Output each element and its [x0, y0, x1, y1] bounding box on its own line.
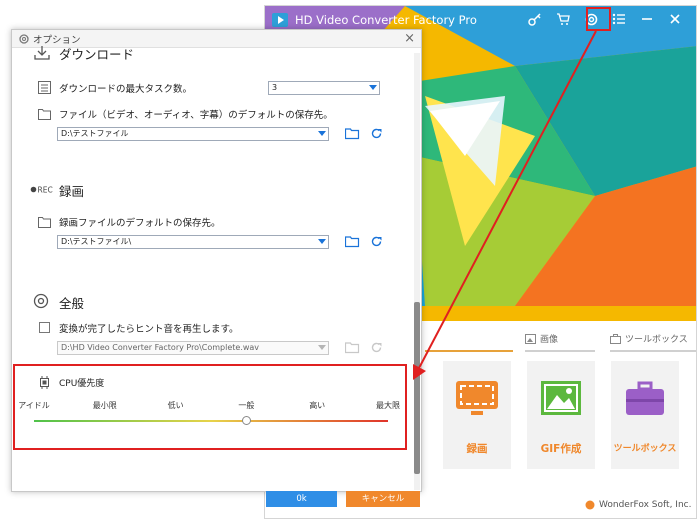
- section-title-general: 全般: [59, 296, 85, 311]
- open-folder-icon[interactable]: [345, 127, 360, 140]
- close-icon[interactable]: [666, 10, 684, 28]
- dialog-close-icon[interactable]: ×: [404, 31, 415, 46]
- refresh-icon[interactable]: [369, 235, 384, 248]
- chevron-down-icon: [318, 239, 326, 244]
- key-icon[interactable]: [526, 10, 544, 28]
- tile-toolbox[interactable]: ツールボックス: [611, 361, 679, 469]
- settings-highlight-box: [586, 7, 611, 31]
- cpu-priority-slider-thumb[interactable]: [241, 416, 251, 425]
- toolbox-icon: [626, 381, 664, 415]
- cpu-priority-tick-label: 最大限: [376, 401, 400, 410]
- tile-label: 録画: [466, 443, 488, 455]
- category-underline: [425, 350, 513, 352]
- tile-record[interactable]: 録画: [443, 361, 511, 469]
- cpu-priority-slider-track[interactable]: [34, 420, 388, 422]
- ok-button[interactable]: 0k: [266, 491, 337, 507]
- hint-sound-label: 変換が完了したらヒント音を再生します。: [59, 324, 239, 335]
- screen-record-icon: [456, 381, 498, 415]
- sound-file-path: D:\HD Video Converter Factory Pro\Comple…: [61, 343, 260, 352]
- refresh-icon[interactable]: [369, 341, 384, 354]
- minimize-icon[interactable]: [638, 10, 656, 28]
- rec-icon: REC: [30, 186, 53, 195]
- download-save-label: ファイル（ビデオ、オーディオ、字幕）のデフォルトの保存先。: [59, 110, 333, 121]
- max-tasks-label: ダウンロードの最大タスク数。: [59, 84, 193, 95]
- refresh-icon[interactable]: [369, 127, 384, 140]
- download-save-path: D:\テストファイル: [61, 129, 129, 138]
- category-underline: [610, 350, 696, 352]
- cpu-priority-tick-label: 高い: [309, 401, 326, 410]
- section-title-record: 録画: [59, 184, 85, 199]
- toolbox-icon: [610, 333, 621, 344]
- cpu-priority-tick-label: アイドル: [18, 401, 50, 410]
- max-tasks-value: 3: [272, 83, 278, 92]
- category-toolbox[interactable]: ツールボックス: [610, 332, 688, 345]
- task-count-icon: [38, 81, 51, 94]
- open-folder-icon[interactable]: [345, 341, 360, 354]
- sound-file-select[interactable]: D:\HD Video Converter Factory Pro\Comple…: [57, 341, 329, 355]
- app-logo-icon: [272, 13, 288, 27]
- gif-maker-icon: [541, 381, 581, 415]
- category-label: 画像: [540, 335, 559, 345]
- folder-icon: [38, 109, 51, 120]
- menu-list-icon[interactable]: [610, 10, 628, 28]
- chevron-down-icon: [318, 131, 326, 136]
- cpu-icon: [40, 376, 49, 389]
- cpu-priority-title: CPU優先度: [59, 379, 105, 389]
- dialog-scrollbar-thumb[interactable]: [414, 302, 420, 474]
- cpu-priority-tick-label: 最小限: [92, 401, 117, 410]
- download-icon: [34, 46, 50, 60]
- tile-gif[interactable]: GIF作成: [527, 361, 595, 469]
- category-label: ツールボックス: [625, 335, 688, 345]
- chevron-down-icon: [369, 85, 377, 90]
- wonderfox-logo-icon: [585, 500, 595, 510]
- category-image[interactable]: 画像: [525, 332, 558, 345]
- cart-icon[interactable]: [554, 10, 572, 28]
- cancel-button[interactable]: キャンセル: [346, 491, 420, 507]
- options-dialog: オプション × ダウンロード ダウンロードの最大タスク数。 3 ファイル（ビデオ…: [11, 29, 422, 492]
- record-save-path-select[interactable]: D:\テストファイル\: [57, 235, 329, 249]
- record-save-label: 録画ファイルのデフォルトの保存先。: [59, 218, 221, 229]
- category-row: 画像 ツールボックス: [425, 328, 696, 354]
- screenshot-stage: HD Video Converter Factory Pro 画像 ツールボック…: [0, 0, 700, 523]
- cpu-priority-tick-label: 一般: [238, 401, 255, 410]
- vendor-name: WonderFox Soft, Inc.: [599, 500, 692, 510]
- category-underline: [525, 350, 595, 352]
- tile-label: GIF作成: [540, 443, 582, 455]
- hint-sound-checkbox[interactable]: [39, 322, 50, 333]
- general-settings-icon: [33, 293, 49, 309]
- chevron-down-icon: [318, 345, 326, 350]
- cpu-priority-tick-label: 低い: [167, 401, 184, 410]
- svg-text:REC: REC: [38, 186, 53, 195]
- record-save-path: D:\テストファイル\: [61, 237, 132, 246]
- max-tasks-select[interactable]: 3: [268, 81, 380, 95]
- vendor-footer: WonderFox Soft, Inc.: [585, 500, 691, 510]
- image-icon: [525, 333, 536, 344]
- folder-icon: [38, 217, 51, 228]
- open-folder-icon[interactable]: [345, 235, 360, 248]
- app-title: HD Video Converter Factory Pro: [295, 13, 477, 27]
- section-title-download: ダウンロード: [59, 47, 135, 62]
- gear-icon: [19, 33, 29, 44]
- tile-label: ツールボックス: [613, 444, 677, 454]
- download-save-path-select[interactable]: D:\テストファイル: [57, 127, 329, 141]
